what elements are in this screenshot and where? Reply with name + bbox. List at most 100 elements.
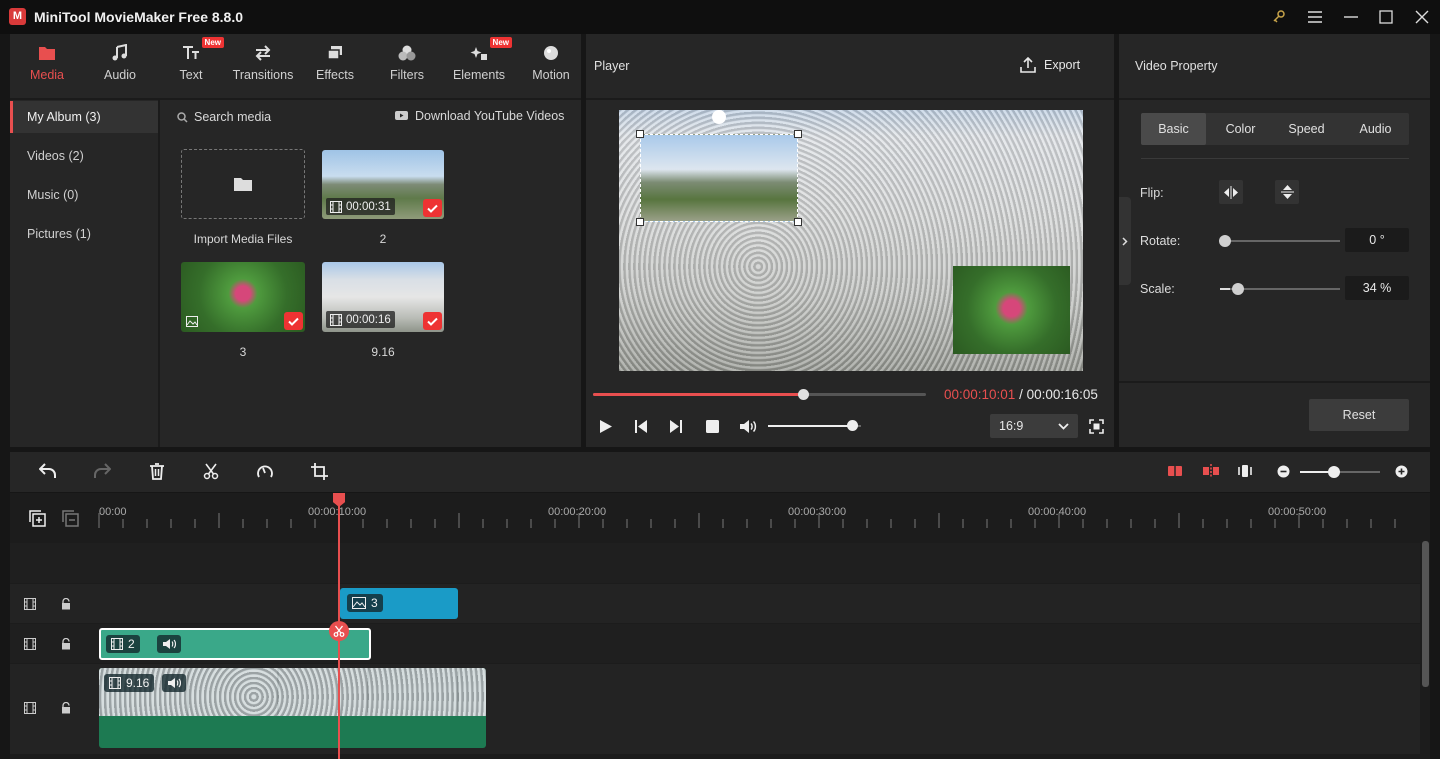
tab-media[interactable]: Media bbox=[12, 44, 82, 94]
tab-audio[interactable]: Audio bbox=[85, 44, 155, 94]
fit-timeline-icon[interactable] bbox=[1237, 464, 1253, 478]
volume-knob[interactable] bbox=[846, 420, 858, 431]
split-scissors-icon[interactable] bbox=[203, 463, 219, 480]
media-thumb-3[interactable] bbox=[181, 262, 305, 332]
track-row bbox=[10, 584, 1420, 623]
sidebar-item-videos[interactable]: Videos (2) bbox=[10, 140, 158, 172]
timeline-clip-3[interactable]: 3 bbox=[340, 588, 458, 619]
zoom-out-icon[interactable] bbox=[1277, 465, 1290, 478]
sidebar-item-pictures[interactable]: Pictures (1) bbox=[10, 218, 158, 250]
zoom-knob[interactable] bbox=[1327, 466, 1340, 478]
media-thumb-9-16[interactable]: 00:00:16 bbox=[322, 262, 444, 332]
search-input[interactable]: Search media bbox=[194, 110, 271, 124]
tab-motion[interactable]: Motion bbox=[516, 44, 586, 94]
scale-value[interactable]: 34 % bbox=[1345, 276, 1409, 300]
film-icon bbox=[109, 677, 121, 689]
film-icon bbox=[24, 598, 36, 610]
sidebar-item-my-album[interactable]: My Album (3) bbox=[10, 101, 158, 133]
tab-transitions[interactable]: Transitions bbox=[228, 44, 298, 94]
speed-gauge-icon[interactable] bbox=[256, 463, 274, 480]
download-youtube-button[interactable]: Download YouTube Videos bbox=[395, 109, 564, 123]
duration-badge: 00:00:16 bbox=[326, 311, 395, 328]
split-clip-icon[interactable] bbox=[1203, 464, 1219, 478]
media-name-3: 3 bbox=[239, 345, 247, 359]
previous-frame-icon[interactable] bbox=[634, 419, 648, 434]
collapse-panel-button[interactable] bbox=[1119, 197, 1131, 285]
zoom-in-icon[interactable] bbox=[1395, 465, 1408, 478]
time-separator: / bbox=[1015, 387, 1027, 402]
volume-icon[interactable] bbox=[739, 419, 757, 434]
cut-to-playhead-icon[interactable] bbox=[1167, 464, 1183, 478]
scale-knob[interactable] bbox=[1231, 283, 1244, 295]
search-media[interactable]: Search media bbox=[177, 110, 271, 124]
image-icon bbox=[186, 316, 198, 327]
scale-slider[interactable] bbox=[1220, 283, 1340, 295]
remove-track-icon[interactable] bbox=[62, 510, 79, 527]
resize-handle[interactable] bbox=[636, 130, 644, 138]
reset-divider bbox=[1119, 381, 1430, 383]
minimize-icon[interactable] bbox=[1338, 6, 1364, 28]
checkmark-icon bbox=[423, 312, 442, 330]
zoom-slider[interactable] bbox=[1300, 466, 1380, 478]
overlay-video-clip[interactable] bbox=[640, 134, 798, 222]
sidebar-item-music[interactable]: Music (0) bbox=[10, 179, 158, 211]
sparkle-icon bbox=[469, 44, 489, 62]
tab-text[interactable]: New Text bbox=[156, 37, 226, 94]
tab-speed[interactable]: Speed bbox=[1274, 113, 1339, 145]
fullscreen-icon[interactable] bbox=[1089, 419, 1104, 434]
scrollbar-thumb[interactable] bbox=[1422, 541, 1429, 687]
export-icon bbox=[1020, 57, 1036, 73]
add-track-icon[interactable] bbox=[29, 510, 46, 527]
tab-basic[interactable]: Basic bbox=[1141, 113, 1206, 145]
app-logo-icon: M bbox=[9, 8, 26, 25]
volume-slider[interactable] bbox=[768, 420, 861, 431]
media-name-2: 2 bbox=[379, 232, 387, 246]
media-thumb-2[interactable]: 00:00:31 bbox=[322, 150, 444, 219]
progress-knob[interactable] bbox=[797, 389, 809, 400]
lock-icon[interactable] bbox=[61, 702, 71, 714]
total-time: 00:00:16:05 bbox=[1026, 387, 1098, 402]
resize-handle[interactable] bbox=[794, 130, 802, 138]
preview-canvas[interactable] bbox=[619, 110, 1083, 371]
layers-icon bbox=[325, 44, 345, 62]
flip-vertical-icon[interactable] bbox=[1275, 180, 1299, 204]
play-icon[interactable] bbox=[599, 419, 613, 434]
property-title: Video Property bbox=[1135, 59, 1218, 73]
resize-handle[interactable] bbox=[636, 218, 644, 226]
export-button[interactable]: Export bbox=[1020, 57, 1080, 73]
tab-color[interactable]: Color bbox=[1208, 113, 1273, 145]
album-sidebar: My Album (3) Videos (2) Music (0) Pictur… bbox=[10, 100, 160, 447]
undo-icon[interactable] bbox=[39, 463, 57, 479]
delete-icon[interactable] bbox=[149, 463, 165, 480]
filmstrip-texture bbox=[99, 668, 486, 716]
tab-effects[interactable]: Effects bbox=[300, 44, 370, 94]
reset-button[interactable]: Reset bbox=[1309, 399, 1409, 431]
rotate-value[interactable]: 0 ° bbox=[1345, 228, 1409, 252]
import-media-button[interactable] bbox=[181, 149, 305, 219]
menu-icon[interactable] bbox=[1302, 6, 1328, 28]
split-scissors-icon[interactable] bbox=[329, 621, 349, 641]
flip-horizontal-icon[interactable] bbox=[1219, 180, 1243, 204]
redo-icon[interactable] bbox=[93, 463, 111, 479]
chevron-right-icon bbox=[1122, 236, 1128, 246]
overlay-image-clip[interactable] bbox=[953, 266, 1070, 354]
rotate-knob[interactable] bbox=[1219, 235, 1231, 247]
timeline-clip-9-16[interactable]: 9.16 bbox=[99, 668, 486, 748]
stop-icon[interactable] bbox=[706, 420, 719, 433]
rotate-slider[interactable] bbox=[1219, 235, 1340, 247]
rotate-handle-icon[interactable] bbox=[712, 110, 726, 124]
tab-audio[interactable]: Audio bbox=[1342, 113, 1409, 145]
playback-progress[interactable] bbox=[593, 389, 926, 400]
tab-elements[interactable]: New Elements bbox=[444, 37, 514, 94]
lock-icon[interactable] bbox=[61, 638, 71, 650]
lock-icon[interactable] bbox=[61, 598, 71, 610]
close-icon[interactable] bbox=[1409, 6, 1435, 28]
maximize-icon[interactable] bbox=[1373, 6, 1399, 28]
key-icon[interactable] bbox=[1266, 6, 1292, 28]
text-icon bbox=[181, 44, 201, 62]
next-frame-icon[interactable] bbox=[669, 419, 683, 434]
crop-icon[interactable] bbox=[311, 463, 328, 480]
tab-filters[interactable]: Filters bbox=[372, 44, 442, 94]
aspect-ratio-select[interactable]: 16:9 bbox=[990, 414, 1078, 438]
resize-handle[interactable] bbox=[794, 218, 802, 226]
